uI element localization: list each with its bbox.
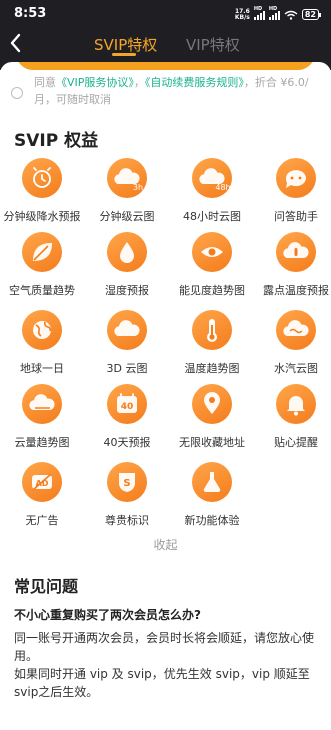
svg-text:3h: 3h (133, 183, 143, 192)
benefit-label: 地球一日 (20, 362, 64, 375)
network-speed: 17.6 KB/s (234, 7, 250, 21)
top-nav: SVIP特权 VIP特权 (0, 28, 331, 62)
benefit-label: 40天预报 (103, 436, 151, 449)
vapor-cloud-icon (276, 310, 316, 350)
crown-badge-icon: S (107, 462, 147, 502)
benefit-label: 分钟级云图 (99, 210, 155, 223)
benefit-label: 贴心提醒 (274, 436, 318, 449)
cloud-3h-icon: 3h (107, 158, 147, 198)
chat-bubble-icon (276, 158, 316, 198)
tab-vip[interactable]: VIP特权 (186, 34, 240, 55)
benefit-label: 问答助手 (274, 210, 318, 223)
leaf-icon (22, 232, 62, 272)
benefit-label: 3D 云图 (106, 362, 148, 375)
status-time: 8:53 (14, 6, 47, 21)
faq-question: 不小心重复购买了两次会员怎么办? (14, 608, 201, 622)
cloud-48h-icon: 48h (192, 158, 232, 198)
collapse-button[interactable]: 收起 (0, 536, 331, 553)
auto-renewal-rules-link[interactable]: 《自动续费服务规则》 (145, 76, 244, 89)
benefit-label: 温度趋势图 (184, 362, 240, 375)
svg-text:S: S (123, 478, 130, 489)
bell-icon (276, 384, 316, 424)
globe-icon (22, 310, 62, 350)
benefit-label: 分钟级降水预报 (3, 210, 81, 223)
vip-service-agreement-link[interactable]: 《VIP服务协议》 (56, 76, 134, 89)
faq-title: 常见问题 (14, 577, 79, 596)
calendar-40-icon: 40 (107, 384, 147, 424)
no-ad-icon: AD (22, 462, 62, 502)
benefit-label: 尊贵标识 (105, 514, 149, 527)
clock-rain-icon (22, 158, 62, 198)
benefit-label: 无限收藏地址 (179, 436, 245, 449)
droplet-icon (107, 232, 147, 272)
purchase-button-edge[interactable] (16, 62, 315, 70)
benefit-label: 云量趋势图 (14, 436, 70, 449)
svg-text:48h: 48h (215, 183, 230, 192)
benefits-title: SVIP 权益 (14, 131, 99, 151)
cloud-thermometer-icon (276, 232, 316, 272)
agreement-radio[interactable] (11, 87, 23, 99)
location-pin-icon (192, 384, 232, 424)
benefit-label: 湿度预报 (105, 284, 149, 297)
wifi-icon (284, 10, 298, 20)
benefit-label: 无广告 (25, 514, 59, 527)
agreement-text: 同意《VIP服务协议》，《自动续费服务规则》，折合 ¥6.0/月，可随时取消 (34, 76, 309, 106)
benefit-label: 能见度趋势图 (179, 284, 245, 297)
faq-answer-line-1: 同一账号开通两次会员，会员时长将会顺延，请您放心使用。 (14, 631, 315, 663)
status-bar: 8:53 17.6 KB/s HD HD 82 (0, 0, 331, 28)
back-arrow-icon[interactable] (6, 31, 26, 55)
battery-icon: 82 (301, 9, 322, 20)
thermometer-icon (192, 310, 232, 350)
tab-active-indicator (112, 53, 136, 56)
benefit-label: 空气质量趋势 (9, 284, 75, 297)
eye-icon (192, 232, 232, 272)
flask-icon (192, 462, 232, 502)
signal-icon: HD (253, 6, 265, 20)
benefit-label: 露点温度预报 (263, 284, 329, 297)
benefit-label: 48小时云图 (183, 210, 241, 223)
cloud-icon (107, 310, 147, 350)
benefit-label: 新功能体验 (184, 514, 240, 527)
content-sheet: 同意《VIP服务协议》，《自动续费服务规则》，折合 ¥6.0/月，可随时取消 S… (0, 62, 331, 730)
benefit-label: 水汽云图 (274, 362, 318, 375)
tab-svip[interactable]: SVIP特权 (94, 34, 157, 55)
cloud-cover-icon (22, 384, 62, 424)
status-icons: 17.6 KB/s HD HD 82 (234, 6, 322, 21)
faq-answer: 同一账号开通两次会员，会员时长将会顺延，请您放心使用。 如果同时开通 vip 及… (14, 629, 320, 701)
faq-answer-line-2: 如果同时开通 vip 及 svip，优先生效 svip，vip 顺延至 svip… (14, 667, 310, 699)
signal-icon-2: HD (268, 6, 280, 20)
svg-text:40: 40 (121, 402, 134, 412)
